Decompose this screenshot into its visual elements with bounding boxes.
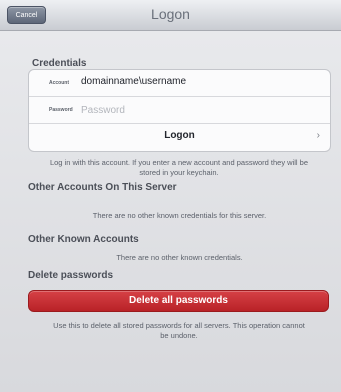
account-field[interactable]: domainname\username <box>81 76 186 87</box>
delete-all-passwords-button[interactable]: Delete all passwords <box>28 290 329 312</box>
password-row[interactable]: Password <box>29 97 330 124</box>
credentials-card: Account domainname\username Password Log… <box>28 69 331 152</box>
navigation-bar: Cancel Logon <box>0 0 341 31</box>
logon-label: Logon <box>164 130 195 141</box>
chevron-right-icon: › <box>316 130 320 141</box>
delete-passwords-header: Delete passwords <box>28 270 114 281</box>
credentials-header: Credentials <box>32 58 87 69</box>
delete-passwords-note: Use this to delete all stored passwords … <box>53 321 305 340</box>
logon-form: Credentials Account domainname\username … <box>0 31 341 392</box>
account-row[interactable]: Account domainname\username <box>29 70 330 97</box>
account-label: Account <box>49 80 69 86</box>
other-known-accounts-header: Other Known Accounts <box>28 234 139 245</box>
credentials-note: Log in with this account. If you enter a… <box>49 158 309 177</box>
password-field[interactable] <box>81 101 311 119</box>
other-accounts-server-header: Other Accounts On This Server <box>28 182 177 193</box>
page-title: Logon <box>151 6 190 22</box>
other-known-accounts-note: There are no other known credentials. <box>116 253 243 262</box>
other-accounts-server-note: There are no other known credentials for… <box>92 211 267 220</box>
password-label: Password <box>49 107 73 113</box>
logon-button[interactable]: Logon › <box>29 124 330 151</box>
